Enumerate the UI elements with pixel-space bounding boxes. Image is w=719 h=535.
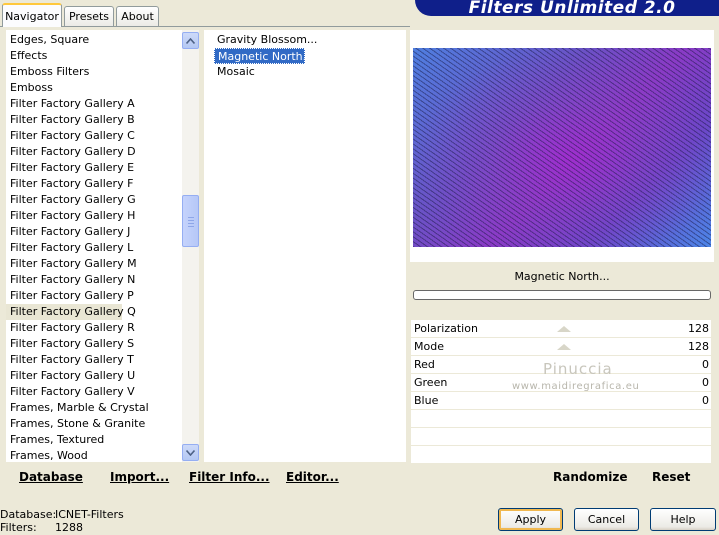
category-item[interactable]: Filter Factory Gallery F: [6, 176, 182, 192]
filter-item[interactable]: Magnetic North...: [214, 48, 313, 64]
slider-thumb[interactable]: [557, 326, 571, 332]
scroll-down-button[interactable]: [182, 444, 199, 461]
category-item[interactable]: Filter Factory Gallery C: [6, 128, 182, 144]
help-button[interactable]: Help: [650, 508, 716, 531]
param-value: 0: [702, 358, 709, 371]
param-value: 128: [688, 340, 709, 353]
category-item[interactable]: Filter Factory Gallery S: [6, 336, 182, 352]
category-item[interactable]: Filter Factory Gallery E: [6, 160, 182, 176]
category-item[interactable]: Filter Factory Gallery M: [6, 256, 182, 272]
category-item[interactable]: Filter Factory Gallery J: [6, 224, 182, 240]
category-item[interactable]: Filter Factory Gallery B: [6, 112, 182, 128]
category-item[interactable]: Emboss Filters: [6, 64, 182, 80]
category-list[interactable]: Edges, Square Effects Emboss Filters Emboss…: [6, 30, 182, 462]
category-item[interactable]: Frames, Marble & Crystal: [6, 400, 182, 416]
arrow-down-icon: [186, 449, 195, 456]
param-value: 128: [688, 322, 709, 335]
category-item[interactable]: Filter Factory Gallery P: [6, 288, 182, 304]
database-status-value: ICNET-Filters: [55, 508, 124, 521]
database-status-label: Database:: [0, 508, 57, 521]
editor-button[interactable]: Editor...: [286, 470, 339, 484]
import-button[interactable]: Import...: [110, 470, 169, 484]
category-item[interactable]: Effects: [6, 48, 182, 64]
param-label: Blue: [414, 394, 439, 407]
cancel-button[interactable]: Cancel: [574, 508, 639, 531]
filter-item[interactable]: Gravity Blossom...: [214, 32, 317, 48]
category-item[interactable]: Filter Factory Gallery U: [6, 368, 182, 384]
watermark-url: www.maidiregrafica.eu: [512, 381, 640, 392]
preview-image: [413, 48, 711, 247]
param-row[interactable]: Blue 0: [411, 392, 711, 410]
arrow-up-icon: [186, 37, 195, 44]
progress-bar: [413, 290, 711, 300]
tab-navigator[interactable]: Navigator: [2, 3, 62, 27]
filter-item[interactable]: Mosaic: [214, 64, 255, 80]
param-row[interactable]: Polarization 128: [411, 320, 711, 338]
category-item[interactable]: Filter Factory Gallery N: [6, 272, 182, 288]
category-item[interactable]: Filter Factory Gallery G: [6, 192, 182, 208]
apply-button[interactable]: Apply: [498, 508, 563, 531]
category-item[interactable]: Filter Factory Gallery L: [6, 240, 182, 256]
category-scrollbar[interactable]: [182, 30, 199, 462]
scroll-up-button[interactable]: [182, 32, 199, 49]
category-item[interactable]: Filter Factory Gallery Q: [6, 304, 136, 320]
category-item[interactable]: Filter Factory Gallery D: [6, 144, 182, 160]
param-label: Mode: [414, 340, 444, 353]
watermark-title: Pinuccia: [543, 360, 613, 378]
param-value: 0: [702, 376, 709, 389]
category-item[interactable]: Filter Factory Gallery A: [6, 96, 182, 112]
category-item[interactable]: Frames, Stone & Granite: [6, 416, 182, 432]
slider-thumb[interactable]: [557, 344, 571, 350]
param-label: Red: [414, 358, 435, 371]
filters-count-value: 1288: [55, 521, 83, 534]
app-title: Filters Unlimited 2.0: [468, 0, 676, 18]
param-row-empty: [411, 428, 711, 446]
param-row-empty: [411, 410, 711, 428]
category-item[interactable]: Filter Factory Gallery V: [6, 384, 182, 400]
tab-about[interactable]: About: [116, 6, 159, 26]
param-row-empty: [411, 446, 711, 464]
filters-count-label: Filters:: [0, 521, 37, 534]
param-row[interactable]: Mode 128: [411, 338, 711, 356]
app-banner: Filters Unlimited 2.0: [415, 0, 719, 18]
tab-presets[interactable]: Presets: [64, 6, 114, 26]
filter-info-button[interactable]: Filter Info...: [189, 470, 270, 484]
database-button[interactable]: Database: [19, 470, 83, 484]
reset-button[interactable]: Reset: [652, 470, 690, 484]
category-item[interactable]: Frames, Textured: [6, 432, 182, 448]
randomize-button[interactable]: Randomize: [553, 470, 627, 484]
param-label: Green: [414, 376, 448, 389]
category-item[interactable]: Emboss: [6, 80, 182, 96]
category-item[interactable]: Frames, Wood: [6, 448, 182, 464]
category-item[interactable]: Filter Factory Gallery T: [6, 352, 182, 368]
filter-list[interactable]: Gravity Blossom... Magnetic North... Mosai…: [204, 30, 406, 462]
param-value: 0: [702, 394, 709, 407]
scroll-thumb[interactable]: [182, 195, 199, 247]
category-item[interactable]: Edges, Square: [6, 32, 182, 48]
current-filter-name: Magnetic North...: [514, 269, 610, 283]
category-item[interactable]: Filter Factory Gallery H: [6, 208, 182, 224]
param-label: Polarization: [414, 322, 478, 335]
category-item[interactable]: Filter Factory Gallery R: [6, 320, 182, 336]
